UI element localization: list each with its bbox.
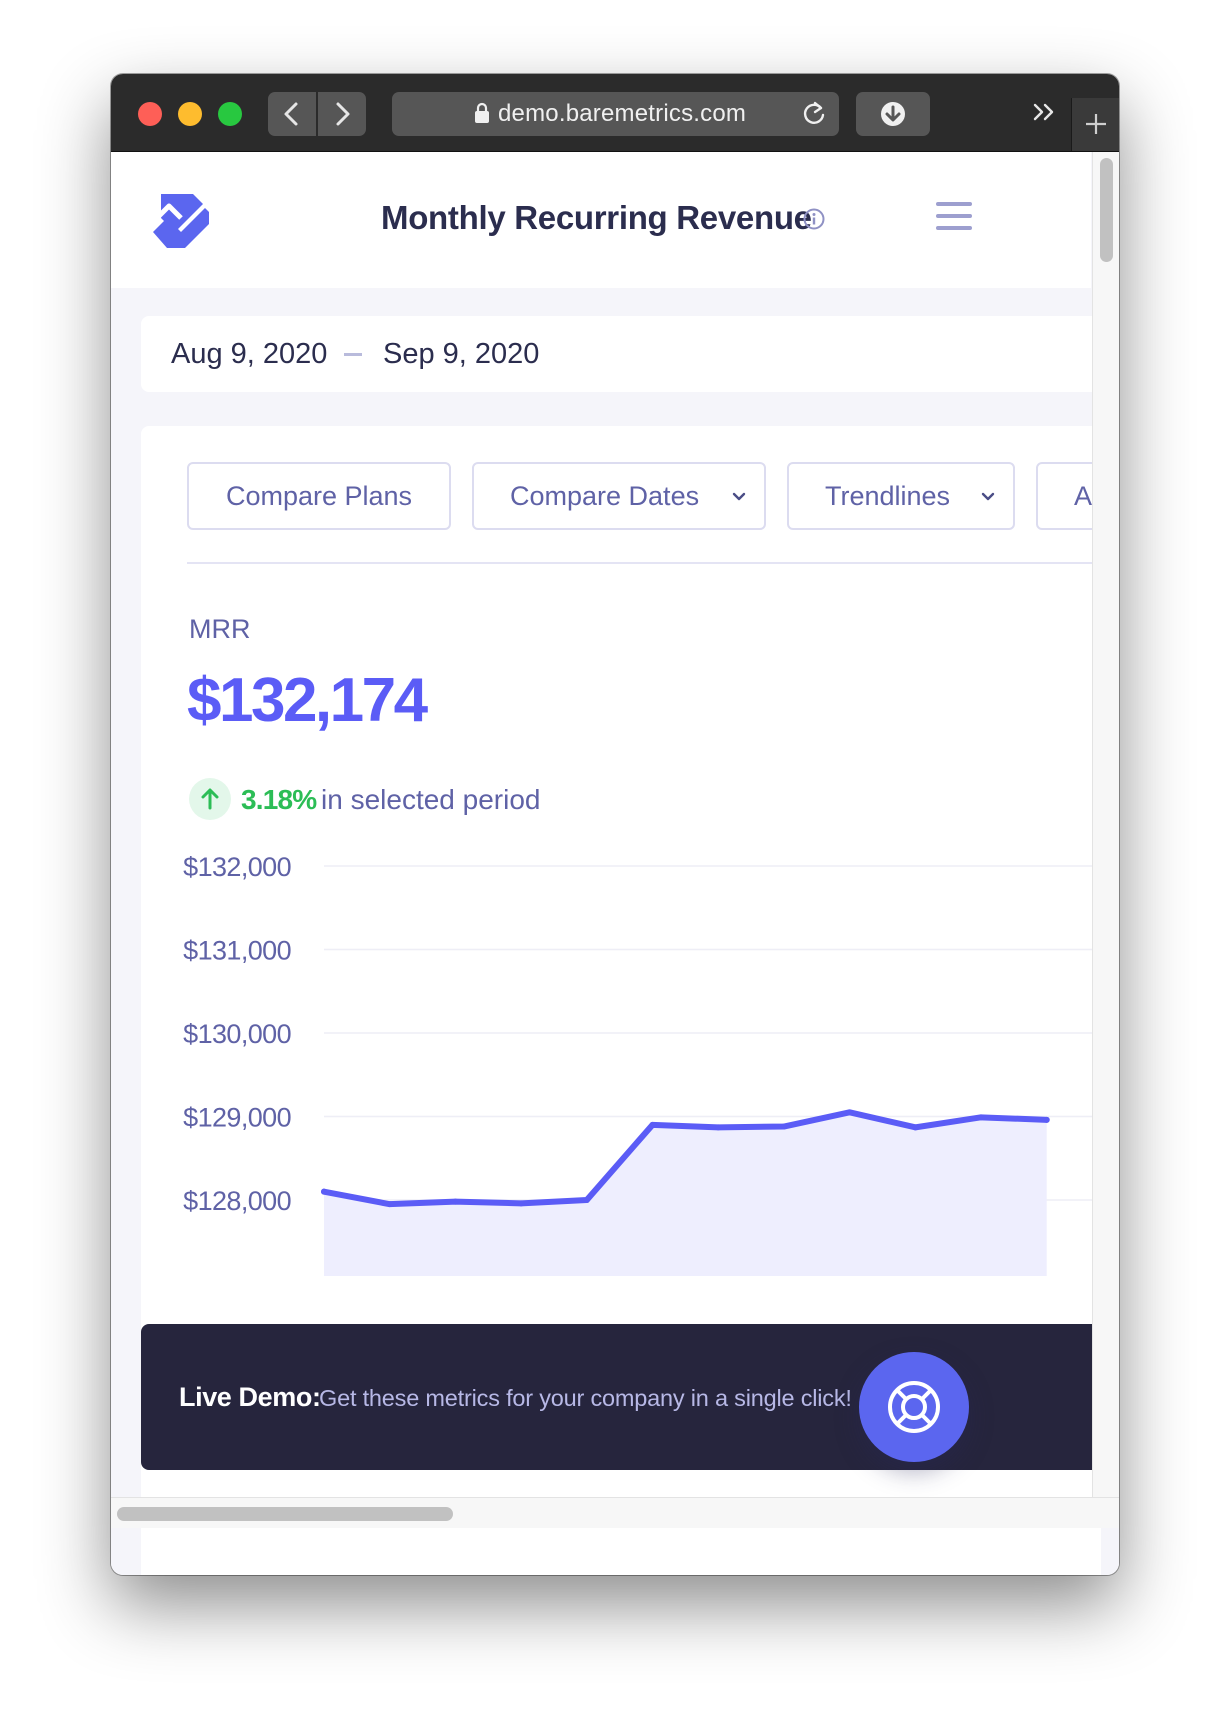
toolbar-divider [187, 562, 1119, 564]
compare-plans-button[interactable]: Compare Plans [187, 462, 451, 530]
reload-icon[interactable] [799, 98, 829, 128]
hamburger-menu-icon[interactable] [936, 202, 972, 232]
url-text: demo.baremetrics.com [498, 100, 747, 127]
chart-y-tick-label: $128,000 [183, 1186, 291, 1216]
downloads-button[interactable] [856, 92, 930, 136]
compare-dates-label: Compare Dates [510, 481, 700, 511]
chart-y-tick-labels: $132,000 $131,000 $130,000 $129,000 $128,000 [183, 852, 291, 1216]
arrow-up-icon [189, 778, 231, 820]
chart-y-tick-label: $132,000 [183, 852, 291, 882]
page-viewport: Monthly Recurring Revenue Aug 9, 2020 Se… [111, 152, 1119, 1575]
horizontal-scrollbar-thumb[interactable] [117, 1507, 453, 1521]
chevron-down-icon [732, 492, 746, 501]
chevron-right-icon [336, 102, 350, 126]
zoom-window-button[interactable] [218, 102, 242, 126]
compare-dates-dropdown[interactable]: Compare Dates [472, 462, 766, 530]
plus-icon [1086, 114, 1106, 134]
chevron-down-icon [981, 492, 995, 501]
chart-data-point[interactable] [780, 1123, 787, 1130]
change-text: in selected period [321, 784, 541, 815]
chart-y-tick-label: $131,000 [183, 936, 291, 966]
back-button[interactable] [268, 92, 316, 136]
metric-label: MRR [189, 614, 251, 644]
lifebuoy-icon [888, 1381, 940, 1433]
chart-data-point[interactable] [452, 1198, 459, 1205]
chart-y-tick-label: $130,000 [183, 1019, 291, 1049]
mrr-chart[interactable]: $132,000 $131,000 $130,000 $129,000 $128,000 [141, 846, 1101, 1276]
chart-data-point[interactable] [321, 1188, 327, 1195]
chart-area-fill [324, 1112, 1047, 1276]
vertical-scrollbar-thumb[interactable] [1100, 158, 1113, 262]
trendlines-dropdown[interactable]: Trendlines [787, 462, 1015, 530]
new-tab-button[interactable] [1071, 98, 1119, 151]
baremetrics-logo[interactable] [147, 190, 211, 250]
date-range-separator [344, 353, 362, 356]
download-icon [881, 102, 905, 126]
banner-title: Live Demo: [179, 1382, 321, 1412]
date-range-picker[interactable]: Aug 9, 2020 Sep 9, 2020 [141, 316, 1101, 392]
chart-data-point[interactable] [846, 1109, 853, 1116]
chart-data-point[interactable] [715, 1124, 722, 1131]
chart-data-point[interactable] [518, 1200, 525, 1207]
help-button[interactable] [859, 1352, 969, 1462]
chevron-left-icon [284, 102, 298, 126]
app-header: Monthly Recurring Revenue [111, 152, 1091, 288]
more-options-label: A [1074, 481, 1093, 511]
chart-data-point[interactable] [583, 1197, 590, 1203]
banner-text: Get these metrics for your company in a … [319, 1385, 852, 1411]
minimize-window-button[interactable] [178, 102, 202, 126]
date-range-end[interactable]: Sep 9, 2020 [383, 338, 539, 370]
info-icon[interactable] [803, 208, 825, 230]
forward-button[interactable] [318, 92, 366, 136]
chart-data-point[interactable] [912, 1124, 919, 1131]
chart-data-point[interactable] [649, 1121, 656, 1128]
vertical-scrollbar[interactable] [1092, 152, 1119, 1497]
chart-data-point[interactable] [1043, 1116, 1050, 1123]
compare-plans-label: Compare Plans [225, 481, 413, 511]
metric-value: $132,174 [187, 666, 428, 735]
change-percent: 3.18% [241, 784, 317, 815]
chart-data-point[interactable] [978, 1114, 984, 1121]
chart-data-point[interactable] [386, 1201, 393, 1208]
date-range-start[interactable]: Aug 9, 2020 [171, 338, 327, 370]
browser-window: demo.baremetrics.com Monthly Recurring R… [111, 74, 1119, 1575]
trendlines-label: Trendlines [825, 481, 951, 511]
double-chevron-right-icon[interactable] [1031, 92, 1059, 144]
horizontal-scrollbar[interactable] [111, 1497, 1119, 1528]
close-window-button[interactable] [138, 102, 162, 126]
address-bar[interactable]: demo.baremetrics.com [392, 92, 839, 136]
page-title: Monthly Recurring Revenue [381, 199, 812, 236]
chart-y-tick-label: $129,000 [183, 1103, 291, 1133]
lock-icon [475, 102, 489, 123]
browser-toolbar: demo.baremetrics.com [111, 74, 1119, 152]
